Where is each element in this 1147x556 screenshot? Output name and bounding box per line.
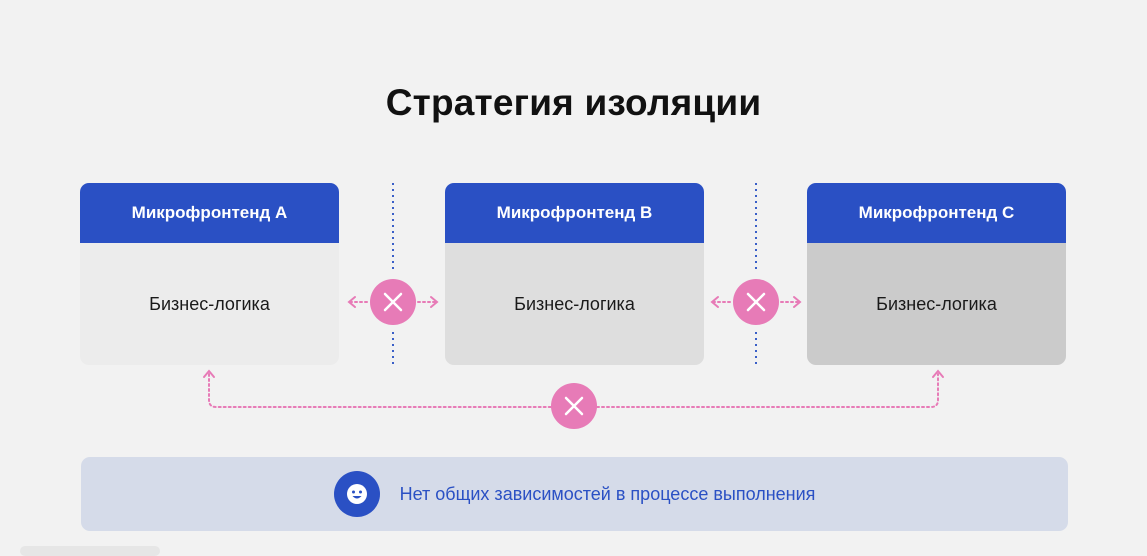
info-banner: Нет общих зависимостей в процессе выполн… — [81, 457, 1068, 531]
diagram-canvas: Стратегия изоляции Микрофронтенд A Бизне… — [0, 0, 1147, 556]
blocked-icon-bc — [733, 279, 779, 325]
corner-shadow — [20, 546, 160, 556]
blocked-icon-ab — [370, 279, 416, 325]
banner-text: Нет общих зависимостей в процессе выполн… — [399, 483, 816, 504]
blocked-icon-ac — [551, 383, 597, 429]
smile-icon — [333, 471, 380, 517]
